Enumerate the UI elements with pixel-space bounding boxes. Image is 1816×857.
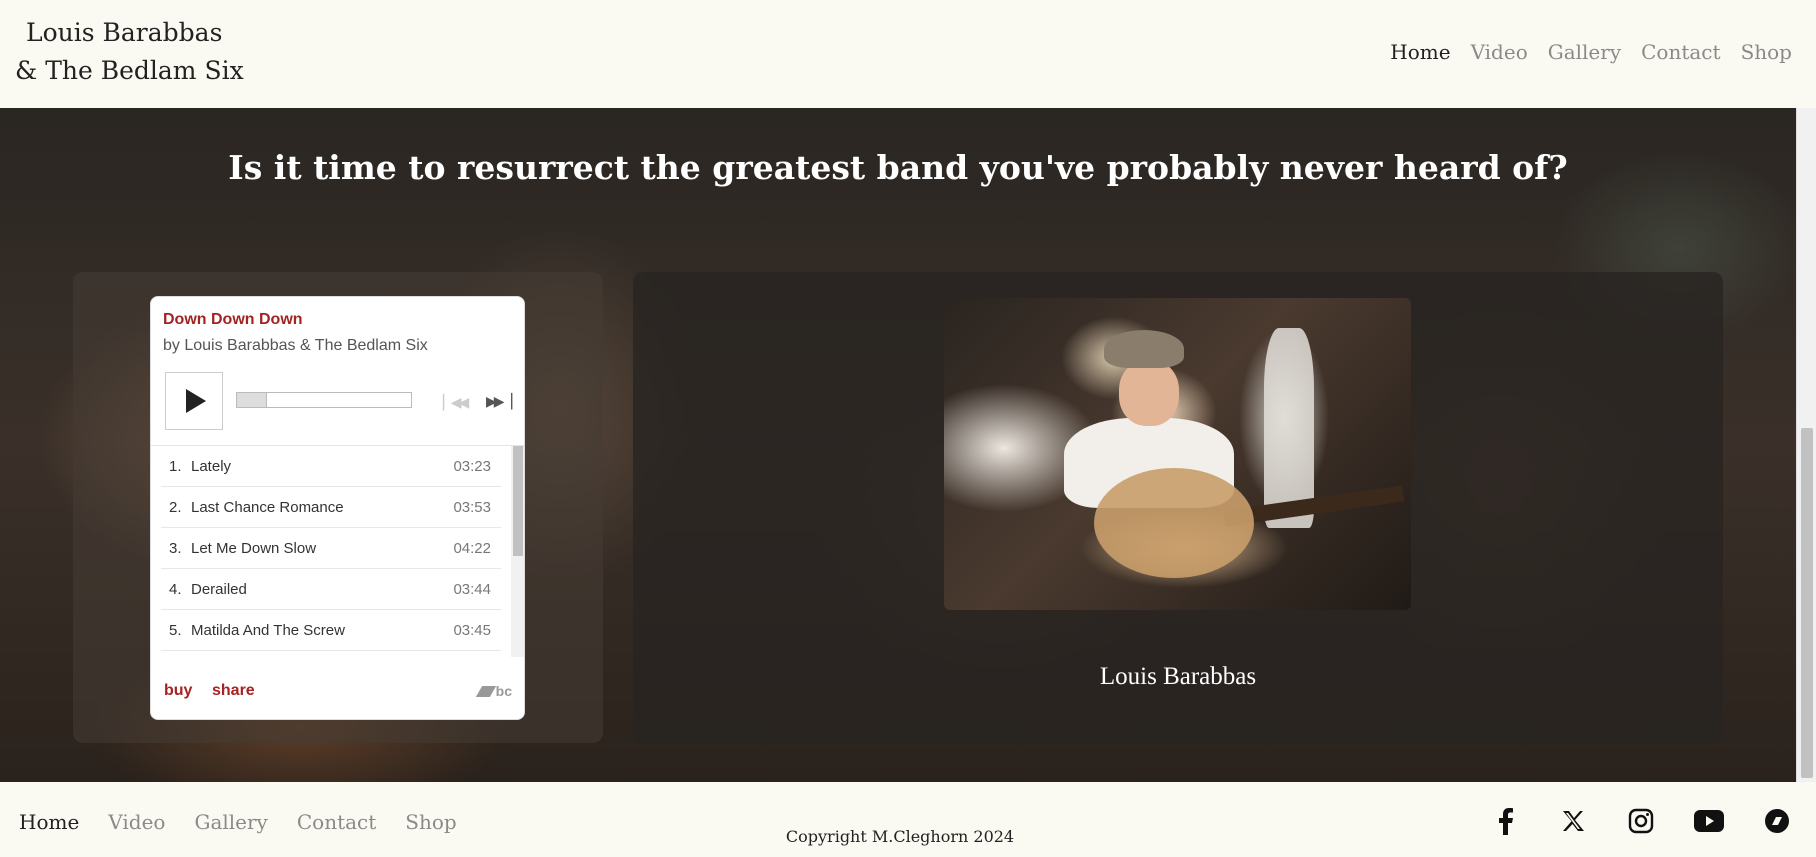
track-number: 2. xyxy=(169,499,182,516)
bandcamp-mark-icon xyxy=(475,686,496,697)
hero-headline: Is it time to resurrect the greatest ban… xyxy=(228,148,1568,187)
brand-line-2: & The Bedlam Six xyxy=(15,56,244,85)
photo-guitar xyxy=(1094,468,1254,578)
page-scrollbar[interactable] xyxy=(1796,108,1816,782)
instagram-icon[interactable] xyxy=(1626,806,1656,836)
track-duration: 03:45 xyxy=(453,622,491,639)
track-name: Matilda And The Screw xyxy=(191,622,345,639)
nav-contact[interactable]: Contact xyxy=(1641,40,1720,64)
track-duration: 03:53 xyxy=(453,499,491,516)
track-number: 1. xyxy=(169,458,182,475)
site-header: Louis Barabbas & The Bedlam Six Home Vid… xyxy=(0,0,1816,108)
facebook-icon[interactable] xyxy=(1490,806,1520,836)
track-name: Last Chance Romance xyxy=(191,499,344,516)
bandcamp-logo[interactable]: bc xyxy=(475,683,512,699)
tracklist-scroll-thumb[interactable] xyxy=(513,446,523,556)
site-brand[interactable]: Louis Barabbas & The Bedlam Six xyxy=(15,14,244,90)
tracklist-scrollbar[interactable] xyxy=(511,446,524,657)
photo-cap xyxy=(1104,330,1184,368)
youtube-icon[interactable] xyxy=(1694,806,1724,836)
track-number: 4. xyxy=(169,581,182,598)
track-row[interactable]: 5. Matilda And The Screw 03:45 xyxy=(161,610,501,651)
player-track-title[interactable]: Down Down Down xyxy=(163,311,303,329)
feature-photo[interactable] xyxy=(944,298,1411,610)
track-number: 5. xyxy=(169,622,182,639)
track-name: Derailed xyxy=(191,581,247,598)
nav-home[interactable]: Home xyxy=(1390,40,1450,64)
page-scroll-thumb[interactable] xyxy=(1801,428,1813,778)
bandcamp-icon[interactable] xyxy=(1762,806,1792,836)
tracklist: 1. Lately 03:23 2. Last Chance Romance 0… xyxy=(151,445,524,657)
next-track-icon[interactable]: ▶▶▕ xyxy=(486,393,512,410)
player-artist[interactable]: by Louis Barabbas & The Bedlam Six xyxy=(163,337,428,355)
progress-fill xyxy=(237,393,267,407)
track-number: 3. xyxy=(169,540,182,557)
share-link[interactable]: share xyxy=(212,682,255,700)
track-row[interactable]: 2. Last Chance Romance 03:53 xyxy=(161,487,501,528)
hero-section: Is it time to resurrect the greatest ban… xyxy=(0,108,1796,782)
site-footer: Home Video Gallery Contact Shop Copyrigh… xyxy=(0,782,1816,857)
track-row[interactable]: 3. Let Me Down Slow 04:22 xyxy=(161,528,501,569)
progress-bar[interactable] xyxy=(236,392,412,408)
nav-video[interactable]: Video xyxy=(1471,40,1528,64)
track-duration: 03:44 xyxy=(453,581,491,598)
nav-shop[interactable]: Shop xyxy=(1741,40,1792,64)
top-nav: Home Video Gallery Contact Shop xyxy=(1390,40,1792,64)
track-duration: 04:22 xyxy=(453,540,491,557)
track-name: Lately xyxy=(191,458,232,475)
previous-track-icon[interactable]: ▏◀◀ xyxy=(443,394,469,411)
photo-face xyxy=(1119,360,1179,426)
x-icon[interactable] xyxy=(1558,806,1588,836)
brand-line-1: Louis Barabbas xyxy=(26,18,223,47)
track-duration: 03:23 xyxy=(453,458,491,475)
play-button[interactable] xyxy=(165,372,223,430)
nav-gallery[interactable]: Gallery xyxy=(1548,40,1621,64)
track-row[interactable]: 4. Derailed 03:44 xyxy=(161,569,501,610)
social-links xyxy=(1490,806,1792,836)
bandcamp-logo-text: bc xyxy=(495,683,512,699)
track-name: Let Me Down Slow xyxy=(191,540,317,557)
bandcamp-player: Down Down Down by Louis Barabbas & The B… xyxy=(150,296,525,720)
buy-link[interactable]: buy xyxy=(164,682,192,700)
play-icon xyxy=(186,389,206,413)
track-row[interactable]: 1. Lately 03:23 xyxy=(161,446,501,487)
feature-caption: Louis Barabbas xyxy=(1099,663,1257,690)
